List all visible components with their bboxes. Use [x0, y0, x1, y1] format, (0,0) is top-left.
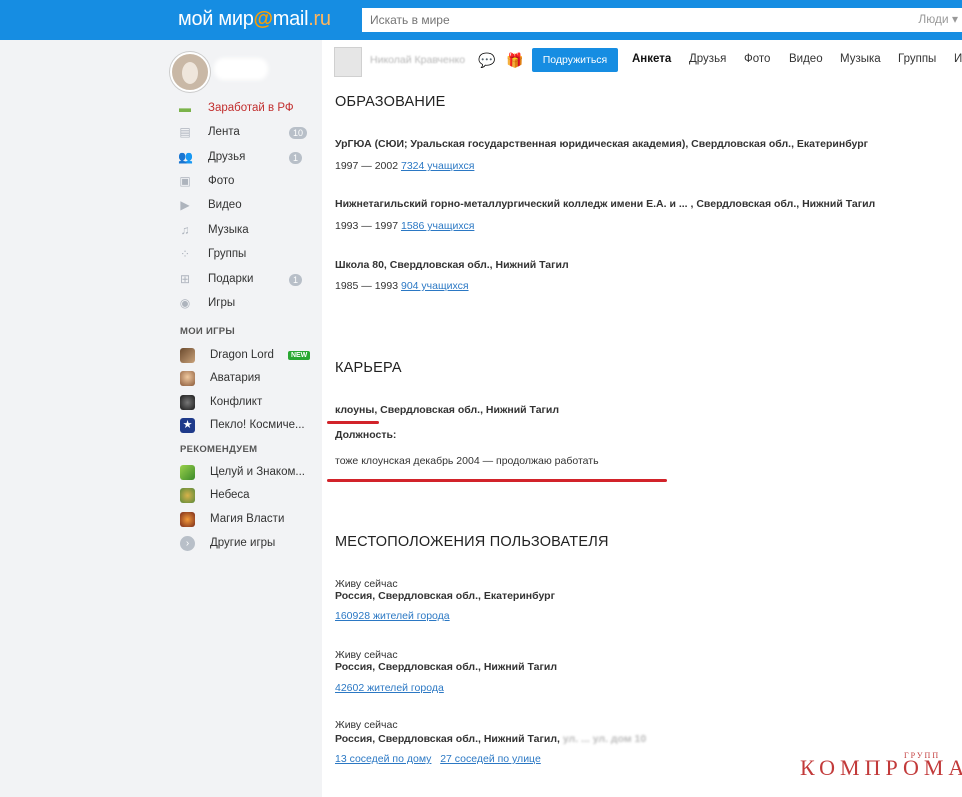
nebesa-icon	[180, 487, 195, 503]
gift-icon: ⊞	[179, 272, 191, 286]
education-item-name: Школа 80, Свердловская обл., Нижний Таги…	[335, 259, 569, 271]
sidebar-item-feed[interactable]: ▤ Лента	[178, 122, 240, 142]
search-input[interactable]	[362, 8, 898, 32]
sidebar-item-friends[interactable]: 👥 Друзья	[178, 147, 245, 167]
user-name-redacted	[214, 58, 268, 80]
tab-groups[interactable]: Группы	[898, 53, 936, 65]
feed-count-badge: 10	[289, 127, 308, 139]
avataria-icon	[180, 370, 195, 386]
money-icon: ▬	[179, 101, 191, 115]
photo-icon: ▣	[179, 174, 191, 188]
career-heading: КАРЬЕРА	[335, 360, 402, 376]
profile-name[interactable]: Николай Кравченко	[370, 54, 465, 66]
groups-icon: ⁘	[179, 247, 191, 261]
sidebar-item-earn[interactable]: ▬ Заработай в РФ	[178, 98, 294, 118]
tab-profile[interactable]: Анкета	[632, 53, 671, 65]
tab-photo[interactable]: Фото	[744, 53, 770, 65]
friends-icon: 👥	[178, 150, 193, 164]
sidebar-item-groups[interactable]: ⁘ Группы	[178, 244, 246, 264]
search-box: Люди ▾	[362, 8, 962, 32]
music-icon: ♫	[180, 223, 190, 237]
location-place: Россия, Свердловская обл., Нижний Тагил	[335, 661, 557, 673]
students-link[interactable]: 1586 учащихся	[401, 220, 474, 232]
students-link[interactable]: 904 учащихся	[401, 280, 469, 292]
gift-icon[interactable]: 🎁	[506, 52, 523, 69]
sidebar-item-gifts[interactable]: ⊞ Подарки	[178, 269, 253, 289]
tab-video[interactable]: Видео	[789, 53, 823, 65]
friends-count-badge: 1	[289, 152, 303, 164]
redacted-address: ул. ... ул. дом 10	[562, 733, 647, 745]
location-place: Россия, Свердловская обл., Нижний Тагил,…	[335, 733, 647, 745]
location-status: Живу сейчас	[335, 719, 398, 731]
gamepad-icon: ◉	[179, 296, 191, 310]
recommend-heading: РЕКОМЕНДУЕМ	[180, 444, 258, 455]
chevron-right-icon: ›	[180, 535, 195, 551]
game-item-conflict[interactable]: Конфликт	[180, 393, 262, 411]
residents-link[interactable]: 42602 жителей города	[335, 682, 444, 694]
peklo-icon: ★	[180, 417, 195, 433]
career-position-value: тоже клоунская декабрь 2004 — продолжаю …	[335, 455, 599, 467]
game-item-magic[interactable]: Магия Власти	[180, 510, 284, 528]
education-item-years: 1985 — 1993 904 учащихся	[335, 280, 469, 292]
conflict-icon	[180, 394, 195, 410]
dragon-lord-icon	[180, 347, 195, 363]
game-item-nebesa[interactable]: Небеса	[180, 486, 250, 504]
location-place: Россия, Свердловская обл., Екатеринбург	[335, 590, 555, 602]
location-status: Живу сейчас	[335, 578, 398, 590]
education-item-years: 1997 — 2002 7324 учащихся	[335, 160, 475, 172]
education-item-name: Нижнетагильский горно-металлургический к…	[335, 198, 876, 210]
game-item-kiss[interactable]: Целуй и Знаком...	[180, 463, 305, 481]
education-item-years: 1993 — 1997 1586 учащихся	[335, 220, 475, 232]
tab-more[interactable]: И	[954, 53, 962, 65]
tab-friends[interactable]: Друзья	[689, 53, 726, 65]
my-games-heading: МОИ ИГРЫ	[180, 326, 236, 337]
education-heading: ОБРАЗОВАНИЕ	[335, 94, 446, 110]
location-status: Живу сейчас	[335, 649, 398, 661]
gifts-count-badge: 1	[289, 274, 303, 286]
game-item-dragon-lord[interactable]: Dragon Lord NEW	[180, 346, 311, 364]
new-badge: NEW	[287, 350, 311, 360]
search-scope-dropdown[interactable]: Люди ▾	[918, 12, 958, 26]
sidebar-item-games[interactable]: ◉ Игры	[178, 293, 235, 313]
tab-music[interactable]: Музыка	[840, 53, 881, 65]
sidebar-item-music[interactable]: ♫ Музыка	[178, 220, 249, 240]
mymail-logo[interactable]: мой мир@mail.ru	[178, 8, 331, 31]
video-icon: ▶	[180, 198, 190, 212]
red-underline-2	[327, 479, 667, 482]
add-friend-button[interactable]: Подружиться	[532, 48, 618, 72]
message-icon[interactable]: 💬	[478, 52, 495, 69]
magic-icon	[180, 511, 195, 527]
students-link[interactable]: 7324 учащихся	[401, 160, 474, 172]
sidebar-item-photo[interactable]: ▣ Фото	[178, 171, 234, 191]
feed-icon: ▤	[179, 125, 191, 139]
locations-heading: МЕСТОПОЛОЖЕНИЯ ПОЛЬЗОВАТЕЛЯ	[335, 534, 609, 550]
game-item-other-games[interactable]: › Другие игры	[180, 534, 275, 552]
street-neighbors-link[interactable]: 27 соседей по улице	[440, 753, 541, 765]
red-underline-1	[327, 421, 379, 424]
residents-link[interactable]: 160928 жителей города	[335, 610, 450, 622]
game-item-peklo[interactable]: ★ Пекло! Космиче...	[180, 416, 305, 434]
education-item-name: УрГЮА (СЮИ; Уральская государственная юр…	[335, 138, 869, 150]
profile-mini-avatar[interactable]	[334, 47, 362, 77]
career-place: клоуны, Свердловская обл., Нижний Тагил	[335, 404, 560, 416]
user-avatar[interactable]	[170, 52, 210, 92]
sidebar-item-video[interactable]: ▶ Видео	[178, 195, 241, 215]
game-item-avataria[interactable]: Аватария	[180, 369, 260, 387]
watermark-logo: КОМПРОМАТ	[800, 755, 962, 780]
career-position-label: Должность:	[335, 429, 397, 441]
house-neighbors-link[interactable]: 13 соседей по дому	[335, 753, 431, 765]
bottle-icon	[180, 464, 195, 480]
